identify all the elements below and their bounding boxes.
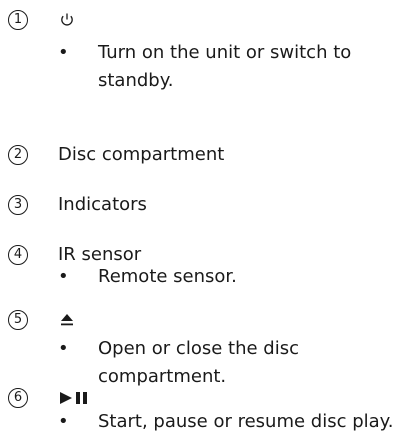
item-number: 6: [8, 388, 28, 408]
item-number: 3: [8, 195, 28, 215]
bullet: •: [58, 411, 69, 432]
bullet: •: [58, 42, 69, 63]
eject-icon: [58, 311, 78, 331]
item-description: Remote sensor.: [98, 266, 237, 287]
item-number: 1: [8, 10, 28, 30]
item-label: Disc compartment: [58, 144, 225, 165]
item-description: Open or close the disc compartment.: [98, 338, 299, 387]
item-number: 5: [8, 310, 28, 330]
power-icon: [58, 11, 78, 31]
play-pause-icon: [58, 389, 98, 409]
item-description: Turn on the unit or switch to standby.: [98, 42, 352, 91]
bullet: •: [58, 338, 69, 359]
item-number: 2: [8, 145, 28, 165]
item-label: IR sensor: [58, 244, 142, 265]
item-description: Start, pause or resume disc play.: [98, 411, 394, 432]
bullet: •: [58, 266, 69, 287]
item-label: Indicators: [58, 194, 147, 215]
item-number: 4: [8, 245, 28, 265]
